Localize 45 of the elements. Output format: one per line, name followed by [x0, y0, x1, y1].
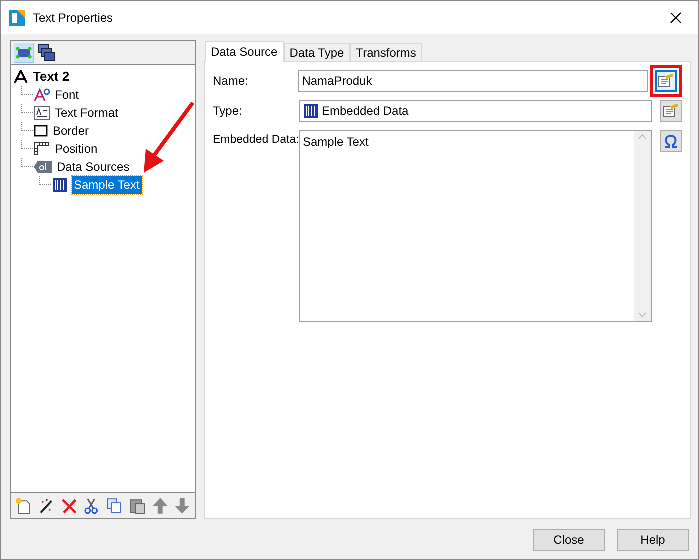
tree-item[interactable]: Border [52, 122, 90, 140]
rectangle-icon [34, 125, 48, 137]
text-area[interactable]: Sample Text [299, 130, 652, 322]
text-format-icon [34, 106, 50, 120]
magic-wand-icon[interactable] [38, 496, 54, 514]
special-character-button[interactable] [660, 130, 682, 152]
close-icon[interactable] [670, 12, 682, 24]
close-button[interactable]: Close [533, 529, 605, 551]
cut-icon[interactable] [83, 496, 100, 514]
copy-icon[interactable] [106, 496, 123, 514]
tree-item[interactable]: Data Sources [56, 158, 131, 176]
tab[interactable]: Data Source [205, 41, 284, 62]
delete-icon[interactable] [60, 496, 78, 514]
tree-item[interactable]: Font [54, 86, 80, 104]
omega-icon [663, 134, 679, 148]
field-label: Embedded Data: [213, 133, 299, 148]
paste-icon[interactable] [128, 496, 146, 514]
field-label: Type: [213, 103, 244, 120]
name-field[interactable]: NamaProduk [298, 70, 648, 92]
tree-item[interactable]: Sample Text [72, 176, 142, 194]
app-logo-icon [9, 10, 25, 26]
help-button[interactable]: Help [617, 529, 689, 551]
type-field[interactable]: Embedded Data [299, 100, 652, 122]
field-label: Name: [213, 73, 250, 90]
edit-list-icon [658, 74, 674, 88]
tree-item[interactable]: Text 2 [32, 67, 71, 87]
tab[interactable]: Data Type [284, 43, 350, 61]
ruler-icon [34, 142, 50, 156]
tree-item[interactable]: Position [54, 140, 99, 158]
text-tag-icon [34, 160, 52, 174]
layout-icon[interactable] [14, 42, 34, 62]
font-icon [34, 88, 50, 102]
barcode-document-icon [303, 103, 319, 119]
move-up-icon[interactable] [152, 496, 168, 514]
window-title: Text Properties [33, 10, 114, 26]
barcode-document-icon [52, 177, 68, 193]
tab[interactable]: Transforms [350, 43, 422, 61]
new-page-icon[interactable] [15, 496, 32, 514]
browse-button[interactable] [660, 100, 682, 122]
edit-list-icon [663, 104, 679, 118]
stacked-pages-icon[interactable] [38, 44, 56, 62]
move-down-icon[interactable] [174, 496, 191, 514]
letter-icon [14, 70, 28, 84]
browse-button[interactable] [655, 70, 677, 92]
tree-item[interactable]: Text Format [54, 104, 120, 122]
